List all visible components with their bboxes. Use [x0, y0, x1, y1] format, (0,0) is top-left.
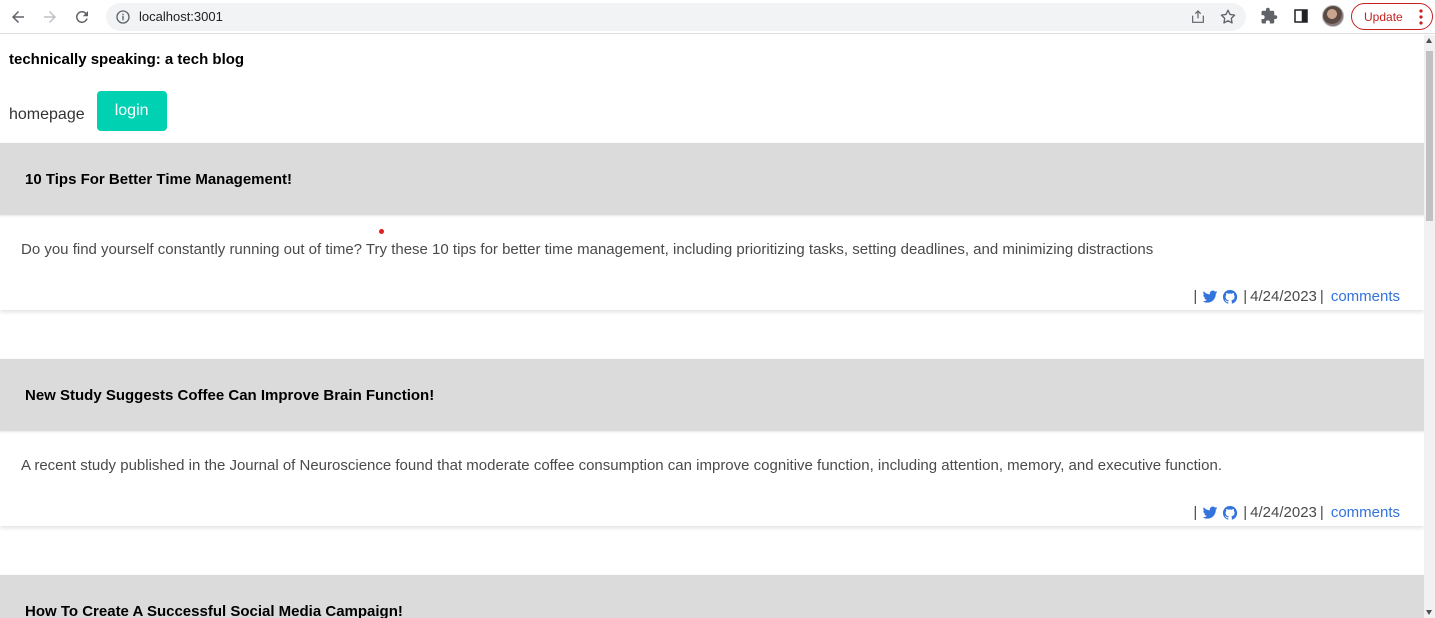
- comments-link[interactable]: comments: [1331, 504, 1400, 521]
- reload-icon: [75, 10, 88, 23]
- page-content: technically speaking: a tech blog homepa…: [0, 35, 1424, 618]
- scroll-down-arrow-icon[interactable]: [1426, 610, 1432, 615]
- post-date: 4/24/2023: [1250, 288, 1317, 305]
- update-label: Update: [1364, 9, 1403, 24]
- arrow-right-icon: [44, 11, 56, 23]
- site-title: technically speaking: a tech blog: [9, 51, 245, 68]
- update-button[interactable]: Update: [1351, 3, 1433, 30]
- post-text: Do you find yourself constantly running …: [21, 241, 1154, 258]
- url-text: localhost:3001: [139, 9, 223, 24]
- post-title[interactable]: How To Create A Successful Social Media …: [0, 575, 1424, 618]
- post-meta: | | 4/24/2023 | comments: [1190, 504, 1400, 521]
- arrow-left-icon: [12, 11, 24, 23]
- reload-button[interactable]: [70, 5, 94, 29]
- separator: |: [1319, 288, 1324, 305]
- address-bar[interactable]: localhost:3001: [106, 3, 1246, 31]
- separator: |: [1193, 504, 1198, 521]
- login-button[interactable]: login: [96, 91, 167, 131]
- post-card: New Study Suggests Coffee Can Improve Br…: [0, 359, 1424, 526]
- scroll-thumb[interactable]: [1426, 51, 1433, 221]
- vertical-scrollbar[interactable]: [1424, 35, 1435, 618]
- post-meta: | | 4/24/2023 | comments: [1190, 288, 1400, 305]
- post-title[interactable]: New Study Suggests Coffee Can Improve Br…: [0, 359, 1424, 431]
- post-card: How To Create A Successful Social Media …: [0, 575, 1424, 618]
- profile-avatar[interactable]: [1322, 5, 1344, 27]
- separator: |: [1193, 288, 1198, 305]
- forward-button[interactable]: [38, 5, 62, 29]
- homepage-link[interactable]: homepage: [9, 106, 85, 124]
- comments-link[interactable]: comments: [1331, 288, 1400, 305]
- post-date: 4/24/2023: [1250, 504, 1317, 521]
- side-panel-icon[interactable]: [1292, 7, 1310, 25]
- post-card: 10 Tips For Better Time Management! Do y…: [0, 143, 1424, 310]
- separator: |: [1243, 288, 1248, 305]
- twitter-icon[interactable]: [1202, 505, 1218, 521]
- post-body: Do you find yourself constantly running …: [0, 215, 1424, 310]
- separator: |: [1319, 504, 1324, 521]
- post-body: A recent study published in the Journal …: [0, 431, 1424, 526]
- github-icon[interactable]: [1222, 505, 1238, 521]
- back-button[interactable]: [6, 5, 30, 29]
- scroll-up-arrow-icon[interactable]: [1426, 38, 1432, 43]
- info-icon[interactable]: [115, 9, 131, 25]
- menu-dots-icon: [1419, 9, 1423, 25]
- post-text: A recent study published in the Journal …: [21, 457, 1222, 474]
- twitter-icon[interactable]: [1202, 289, 1218, 305]
- cursor-dot: [379, 229, 384, 234]
- github-icon[interactable]: [1222, 289, 1238, 305]
- browser-toolbar: localhost:3001 Update: [0, 0, 1435, 34]
- separator: |: [1243, 504, 1248, 521]
- extensions-puzzle-icon[interactable]: [1260, 7, 1278, 25]
- bookmark-star-icon[interactable]: [1219, 8, 1237, 26]
- post-title[interactable]: 10 Tips For Better Time Management!: [0, 143, 1424, 215]
- site-nav: homepage login: [9, 91, 167, 131]
- share-icon[interactable]: [1190, 9, 1206, 25]
